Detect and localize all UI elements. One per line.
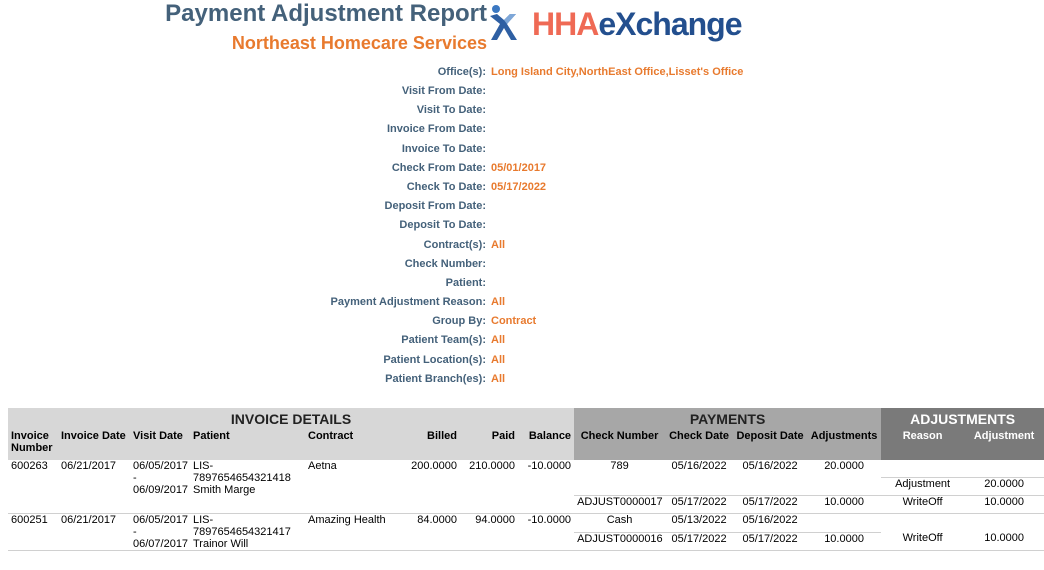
param-invoice-to-date: Invoice To Date: bbox=[401, 143, 486, 155]
param-deposit-from-date: Deposit From Date: bbox=[384, 200, 486, 212]
param-visit-from-date: Visit From Date: bbox=[401, 85, 486, 97]
col-adjustments: Adjustments bbox=[807, 430, 882, 460]
payment-adjustments: 10.0000 bbox=[824, 532, 864, 545]
col-balance: Balance bbox=[518, 430, 575, 460]
param-check-to-date: Check To Date: 05/17/2022 bbox=[406, 181, 547, 193]
hha-exchange-logo: HHAeXchange bbox=[488, 4, 743, 44]
param-contracts: Contract(s): All bbox=[423, 239, 506, 251]
adjustment-amount: 20.0000 bbox=[964, 477, 1044, 496]
param-check-from-date: Check From Date: 05/01/2017 bbox=[391, 162, 547, 174]
check-number: ADJUST0000016 bbox=[577, 532, 663, 545]
col-visit-date: Visit Date bbox=[130, 430, 190, 460]
invoice-number: 600263 bbox=[11, 460, 48, 472]
col-contract: Contract bbox=[305, 430, 393, 460]
check-date: 05/13/2022 bbox=[665, 513, 734, 533]
logo-wordmark: HHAeXchange bbox=[532, 6, 743, 42]
invoice-date: 06/21/2017 bbox=[61, 514, 117, 526]
invoice-number: 600251 bbox=[11, 514, 48, 526]
payment-adjustment-table: INVOICE DETAILS PAYMENTS ADJUSTMENTS Inv… bbox=[8, 408, 1044, 551]
param-payment-adjustment-reason: Payment Adjustment Reason: All bbox=[330, 296, 506, 308]
column-header-row: Invoice Number Invoice Date Visit Date P… bbox=[8, 430, 1044, 460]
balance: -10.0000 bbox=[527, 514, 572, 526]
col-check-date: Check Date bbox=[665, 430, 734, 460]
check-date: 05/17/2022 bbox=[671, 496, 727, 508]
patient-cell: LIS- 7897654654321417 Trainor Will bbox=[193, 514, 291, 550]
col-check-number: Check Number bbox=[574, 430, 666, 460]
hha-x-logo-icon bbox=[490, 5, 517, 40]
param-offices: Office(s): Long Island City,NorthEast Off… bbox=[437, 66, 744, 78]
company-name: Northeast Homecare Services bbox=[231, 33, 487, 53]
check-number: Cash bbox=[574, 513, 666, 533]
param-invoice-from-date: Invoice From Date: bbox=[386, 123, 486, 135]
payment-adjustments: 10.0000 bbox=[824, 496, 864, 508]
group-header-payments: PAYMENTS bbox=[574, 408, 882, 430]
paid: 94.0000 bbox=[475, 514, 515, 526]
visit-date-range: 06/05/2017-06/07/2017 bbox=[133, 514, 189, 550]
check-date: 05/16/2022 bbox=[665, 460, 734, 496]
col-deposit-date: Deposit Date bbox=[733, 430, 808, 460]
deposit-date: 05/16/2022 bbox=[733, 460, 808, 496]
col-reason: Reason bbox=[881, 430, 965, 460]
visit-date-range: 06/05/2017-06/09/2017 bbox=[133, 460, 189, 496]
adjustment-amount: 10.0000 bbox=[984, 532, 1024, 544]
deposit-date: 05/16/2022 bbox=[733, 513, 808, 533]
group-header-invoice-details: INVOICE DETAILS bbox=[8, 408, 575, 430]
check-number: 789 bbox=[574, 460, 666, 496]
table-row: 600251 06/21/2017 06/05/2017-06/07/2017 … bbox=[8, 513, 1044, 550]
param-check-number: Check Number: bbox=[404, 258, 486, 270]
billed: 84.0000 bbox=[417, 514, 457, 526]
report-title: Payment Adjustment Report bbox=[165, 0, 487, 27]
paid: 210.0000 bbox=[469, 460, 515, 472]
balance: -10.0000 bbox=[527, 460, 572, 472]
check-number: ADJUST0000017 bbox=[577, 496, 663, 508]
billed: 200.0000 bbox=[411, 460, 457, 472]
patient-cell: LIS- 7897654654321418 Smith Marge bbox=[193, 460, 291, 496]
payment-adjustments: 20.0000 bbox=[807, 460, 882, 496]
adjustment-reason: WriteOff bbox=[902, 532, 943, 544]
adjustment-reason: WriteOff bbox=[902, 496, 943, 508]
param-patient-locations: Patient Location(s): All bbox=[383, 354, 506, 366]
contract: Amazing Health bbox=[308, 514, 386, 526]
col-paid: Paid bbox=[460, 430, 518, 460]
param-patient-branches: Patient Branch(es): All bbox=[385, 373, 506, 385]
param-deposit-to-date: Deposit To Date: bbox=[399, 219, 486, 231]
param-patient: Patient: bbox=[445, 277, 486, 289]
contract: Aetna bbox=[308, 460, 337, 472]
param-visit-to-date: Visit To Date: bbox=[416, 104, 486, 116]
table-row: 600263 06/21/2017 06/05/2017-06/09/2017 … bbox=[8, 460, 1044, 496]
col-patient: Patient bbox=[190, 430, 305, 460]
param-group-by: Group By: Contract bbox=[432, 315, 537, 327]
deposit-date: 05/17/2022 bbox=[742, 532, 798, 545]
col-adjustment: Adjustment bbox=[964, 430, 1044, 460]
col-billed: Billed bbox=[393, 430, 460, 460]
deposit-date: 05/17/2022 bbox=[742, 496, 798, 508]
col-invoice-number: Invoice Number bbox=[8, 430, 58, 460]
check-date: 05/17/2022 bbox=[671, 532, 727, 545]
group-header-adjustments: ADJUSTMENTS bbox=[881, 408, 1044, 430]
invoice-date: 06/21/2017 bbox=[61, 460, 117, 472]
payment-adjustments bbox=[807, 513, 882, 533]
col-invoice-date: Invoice Date bbox=[58, 430, 130, 460]
adjustment-reason: Adjustment bbox=[881, 477, 965, 496]
adjustment-amount: 10.0000 bbox=[984, 496, 1024, 508]
param-patient-teams: Patient Team(s): All bbox=[401, 334, 506, 346]
